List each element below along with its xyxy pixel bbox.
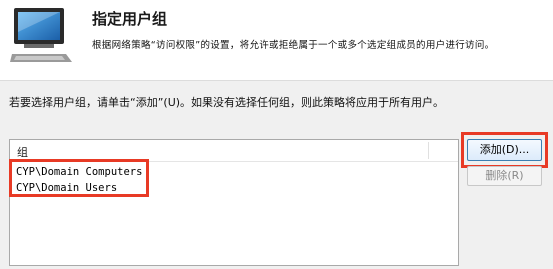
page-description: 根据网络策略“访问权限”的设置，将允许或拒绝属于一个或多个选定组成员的用户进行访…	[92, 40, 495, 51]
rows-highlight-annotation	[9, 159, 149, 197]
page-title: 指定用户组	[92, 10, 168, 28]
add-button-highlight-annotation	[461, 132, 548, 168]
header-divider	[0, 80, 553, 81]
column-divider	[428, 142, 429, 159]
remove-group-button[interactable]: 删除(R)	[467, 166, 542, 186]
network-monitor-icon	[10, 8, 72, 62]
instruction-text: 若要选择用户组，请单击“添加”(U)。如果没有选择任何组，则此策略将应用于所有用…	[9, 96, 445, 109]
wizard-header: 指定用户组 根据网络策略“访问权限”的设置，将允许或拒绝属于一个或多个选定组成员…	[0, 0, 553, 80]
group-column-label: 组	[17, 146, 28, 159]
